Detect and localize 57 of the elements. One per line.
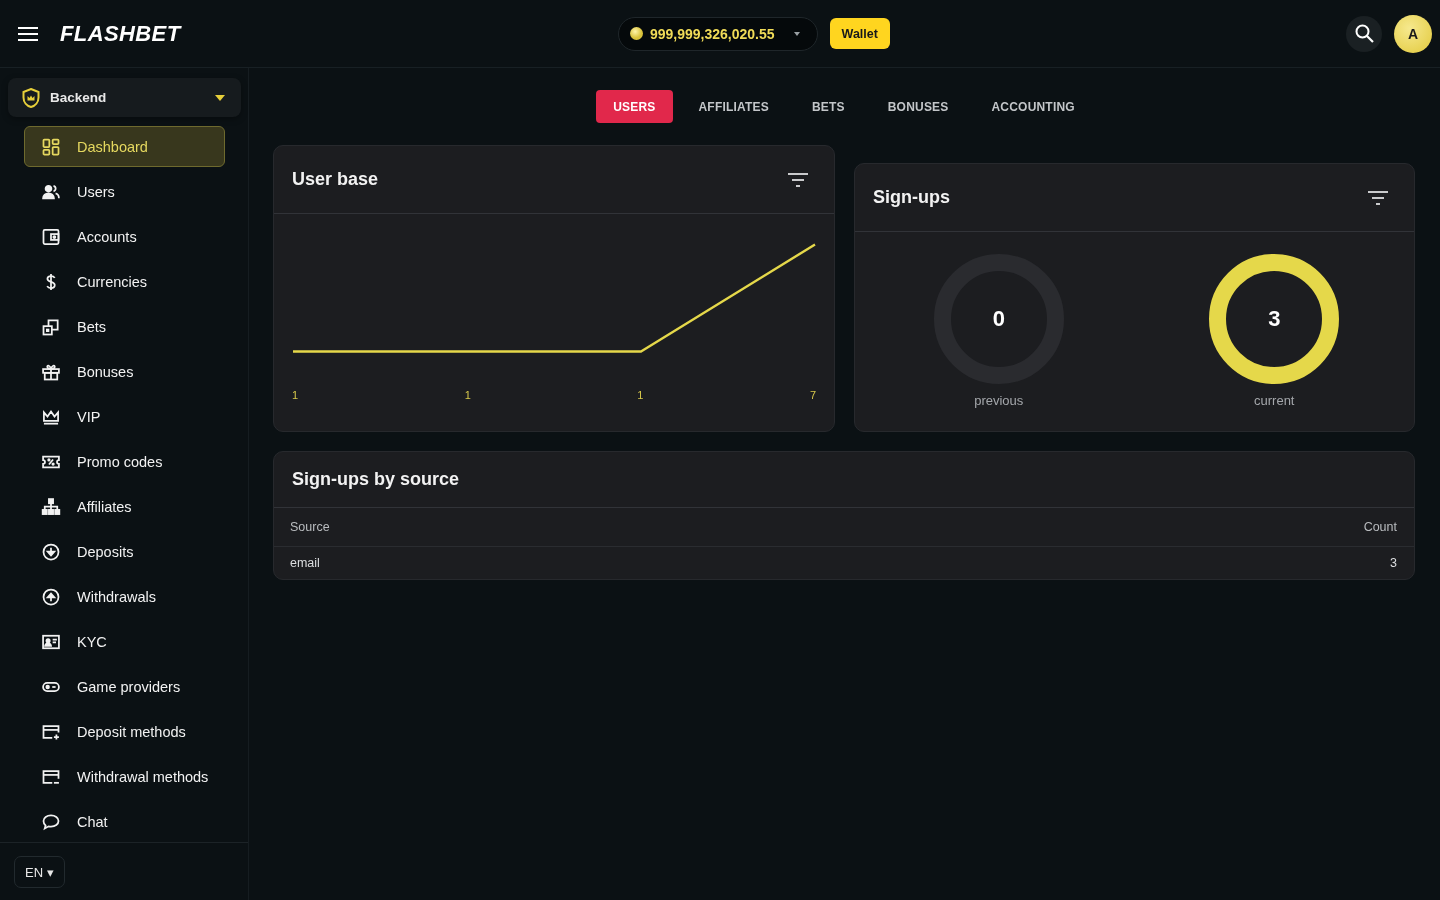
search-icon	[1354, 24, 1374, 43]
axis-label: 1	[292, 389, 299, 402]
shield-icon	[22, 87, 40, 108]
sidebar-item[interactable]: KYC	[24, 621, 225, 662]
section-dropdown[interactable]: Backend	[8, 78, 241, 117]
wallet-icon	[41, 226, 61, 247]
ring-label: current	[1254, 393, 1295, 408]
axis-label: 1	[637, 389, 644, 402]
card-title: Sign-ups by source	[292, 469, 460, 490]
filter-icon[interactable]	[788, 172, 808, 187]
axis-label: 1	[464, 389, 471, 402]
search-button[interactable]	[1346, 15, 1382, 52]
tab[interactable]: BETS	[794, 90, 862, 123]
wallet-button[interactable]: Wallet	[829, 18, 890, 49]
card-title: Sign-ups	[873, 187, 950, 208]
language-selector[interactable]: EN ▾	[14, 856, 65, 888]
tab[interactable]: BONUSES	[870, 90, 966, 123]
ring-label: previous	[974, 393, 1024, 408]
sidebar-item[interactable]: Affiliates	[24, 486, 225, 527]
filter-icon[interactable]	[1368, 190, 1388, 205]
balance-selector[interactable]: 999,999,326,020.55	[618, 16, 818, 51]
tab[interactable]: AFFILIATES	[681, 90, 786, 123]
sidebar-item[interactable]: Deposit methods	[24, 711, 225, 752]
table-cell: 3	[1390, 556, 1397, 570]
axis-label: 7	[809, 389, 816, 402]
sidebar-item[interactable]: Users	[24, 171, 225, 212]
sidebar-item[interactable]: Game providers	[24, 666, 225, 707]
hierarchy-icon	[41, 496, 61, 517]
menu-icon[interactable]	[18, 26, 38, 41]
logo[interactable]: FLASHBET	[60, 20, 181, 47]
sidebar-item[interactable]: Bonuses	[24, 351, 225, 392]
sidebar-item[interactable]: Accounts	[24, 216, 225, 257]
tab[interactable]: USERS	[596, 90, 673, 123]
sidebar-item[interactable]: Dashboard	[24, 126, 225, 167]
sidebar-item[interactable]: Promo codes	[24, 441, 225, 482]
card-title: User base	[292, 169, 379, 190]
sidebar-item[interactable]: Bets	[24, 306, 225, 347]
ring-value: 0	[992, 306, 1005, 332]
overlapping-squares-icon	[41, 316, 61, 337]
sidebar-item[interactable]: VIP	[24, 396, 225, 437]
sidebar-item[interactable]: Deposits	[24, 531, 225, 572]
caret-icon	[215, 94, 225, 101]
down-arrow-circle-icon	[41, 541, 61, 562]
column-header: Source	[290, 520, 330, 534]
tab[interactable]: ACCOUNTING	[974, 90, 1092, 123]
sidebar-item[interactable]: Withdrawals	[24, 576, 225, 617]
avatar[interactable]: A	[1394, 14, 1432, 53]
coin-icon	[630, 27, 643, 40]
column-header: Count	[1363, 520, 1397, 534]
ring-value: 3	[1268, 306, 1281, 332]
grid-icon	[41, 136, 61, 157]
sidebar-item[interactable]: Currencies	[24, 261, 225, 302]
caret-icon	[793, 31, 800, 36]
up-arrow-circle-icon	[41, 586, 61, 607]
sidebar-item[interactable]: Withdrawal methods	[24, 756, 225, 797]
table-cell: email	[290, 556, 320, 570]
sidebar-item[interactable]: Chat	[24, 801, 225, 842]
